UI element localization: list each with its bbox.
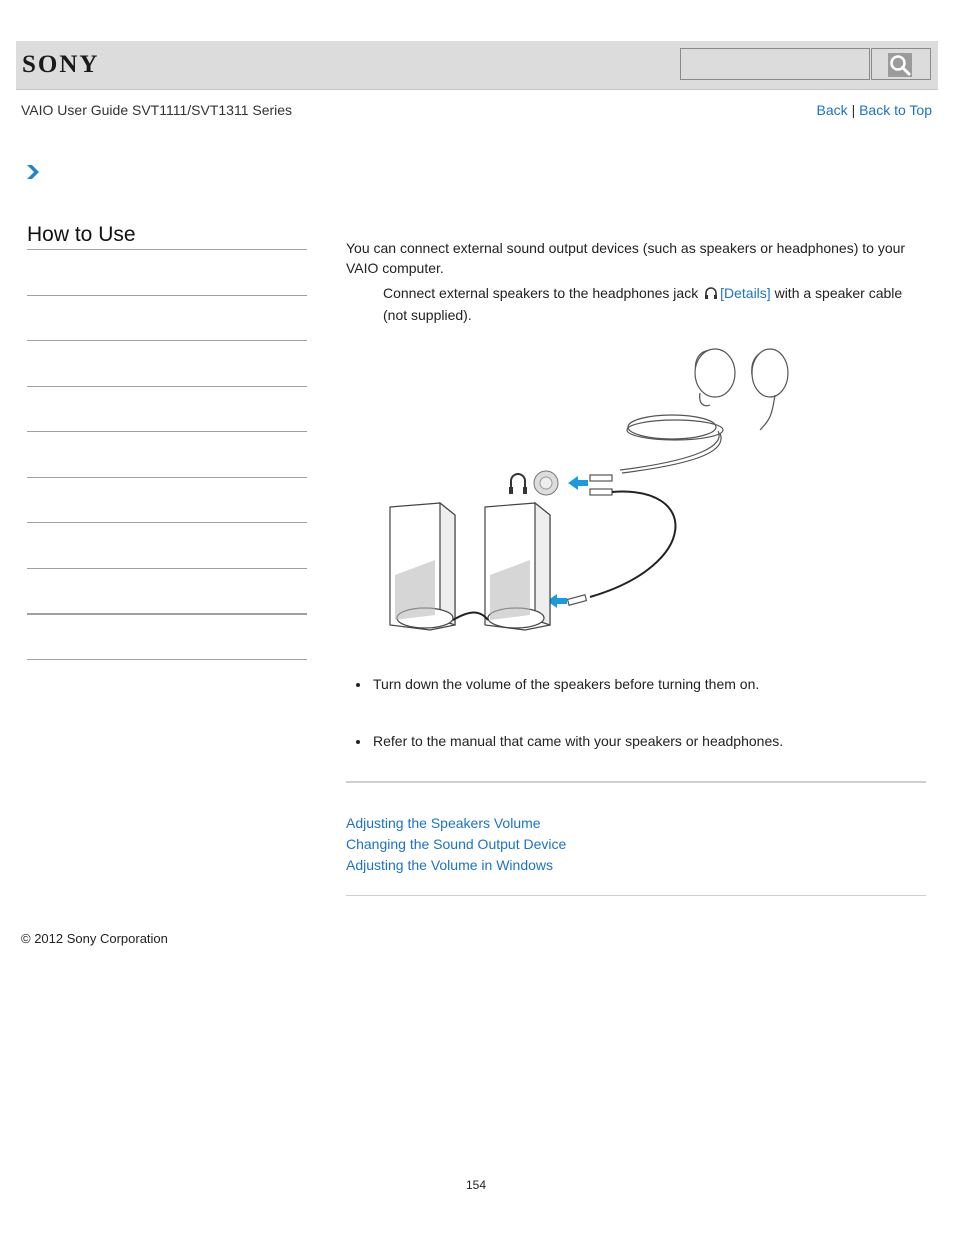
sidebar-title: How to Use bbox=[27, 223, 136, 246]
bullet-icon bbox=[356, 740, 360, 744]
related-link-speakers-volume[interactable]: Adjusting the Speakers Volume bbox=[346, 813, 566, 834]
back-link[interactable]: Back bbox=[817, 102, 848, 118]
headphones-icon bbox=[704, 286, 718, 306]
details-link[interactable]: [Details] bbox=[720, 285, 771, 301]
related-links: Adjusting the Speakers Volume Changing t… bbox=[346, 813, 566, 876]
search-input[interactable] bbox=[680, 48, 870, 80]
page-number: 154 bbox=[466, 1178, 487, 1192]
sidebar-item[interactable] bbox=[27, 613, 307, 615]
back-to-top-link[interactable]: Back to Top bbox=[859, 102, 932, 118]
section-divider bbox=[346, 895, 926, 896]
sidebar-item[interactable] bbox=[27, 340, 307, 341]
search-button[interactable] bbox=[871, 48, 931, 80]
chevron-right-icon[interactable] bbox=[26, 164, 40, 185]
bullet-icon bbox=[356, 683, 360, 687]
speakers-illustration bbox=[389, 501, 551, 631]
link-separator: | bbox=[851, 102, 856, 118]
sidebar-item[interactable] bbox=[27, 568, 307, 569]
related-link-sound-output-device[interactable]: Changing the Sound Output Device bbox=[346, 834, 566, 855]
intro-text: You can connect external sound output de… bbox=[346, 240, 906, 276]
sidebar-item[interactable] bbox=[27, 295, 307, 296]
arrow-icon bbox=[547, 476, 588, 608]
guide-title: VAIO User Guide SVT1111/SVT1311 Series bbox=[21, 102, 293, 118]
connection-illustration bbox=[380, 335, 800, 635]
copyright: © 2012 Sony Corporation bbox=[21, 931, 168, 946]
step-text-before: Connect external speakers to the headpho… bbox=[383, 285, 699, 301]
sony-logo: SONY bbox=[22, 51, 100, 78]
note-text: Refer to the manual that came with your … bbox=[373, 733, 784, 749]
note-text: Turn down the volume of the speakers bef… bbox=[373, 676, 760, 692]
section-divider bbox=[346, 781, 926, 783]
sidebar-item[interactable] bbox=[27, 386, 307, 387]
sidebar-item[interactable] bbox=[27, 522, 307, 523]
jack-illustration bbox=[509, 470, 559, 496]
sidebar-item[interactable] bbox=[27, 431, 307, 432]
step-text: Connect external speakers to the headpho… bbox=[383, 284, 928, 325]
sidebar-item[interactable] bbox=[27, 477, 307, 478]
top-links: Back | Back to Top bbox=[817, 102, 932, 118]
search-icon bbox=[888, 53, 912, 77]
related-link-volume-windows[interactable]: Adjusting the Volume in Windows bbox=[346, 855, 566, 876]
sidebar-item[interactable] bbox=[27, 659, 307, 660]
headphones-illustration bbox=[619, 348, 789, 474]
header-bar: SONY bbox=[16, 41, 938, 90]
sidebar-divider bbox=[27, 249, 307, 250]
